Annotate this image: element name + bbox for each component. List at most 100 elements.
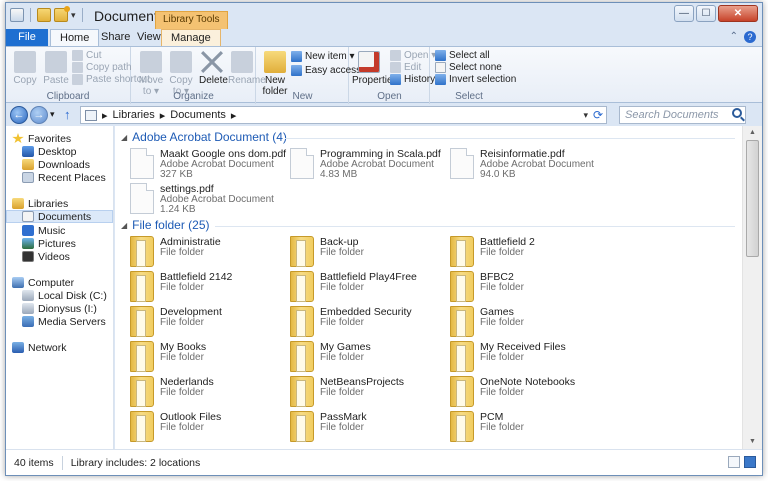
folder-icon [450, 411, 474, 442]
list-item[interactable]: My Received Files File folder [450, 341, 600, 375]
search-placeholder: Search Documents [625, 109, 719, 121]
breadcrumb-documents[interactable]: Documents [170, 109, 226, 121]
scrollbar-thumb[interactable] [746, 140, 759, 257]
list-item[interactable]: Games File folder [450, 306, 600, 340]
nav-network[interactable]: Network [6, 341, 113, 354]
up-arrow-icon[interactable]: ↑ [64, 107, 71, 122]
nav-media-servers[interactable]: Media Servers [6, 315, 113, 328]
delete-button[interactable]: Delete [199, 51, 228, 86]
nav-videos-label: Videos [38, 250, 70, 263]
group-header-pdf[interactable]: ◢ Adobe Acrobat Document (4) [121, 130, 287, 144]
tab-file[interactable]: File [6, 29, 48, 46]
nav-music[interactable]: Music [6, 224, 113, 237]
nav-videos[interactable]: Videos [6, 250, 113, 263]
paste-button[interactable]: Paste [42, 51, 70, 86]
nav-computer[interactable]: Computer [6, 276, 113, 289]
maximize-button[interactable]: ☐ [696, 5, 716, 22]
minimize-ribbon-icon[interactable]: ⌃ [730, 31, 738, 43]
qat-customize-icon[interactable]: ▾ [71, 10, 76, 21]
back-arrow-icon[interactable]: ← [10, 106, 28, 124]
collapse-triangle-icon[interactable]: ◢ [121, 221, 127, 230]
list-item[interactable]: My Books File folder [130, 341, 280, 375]
disk-icon [22, 290, 34, 301]
list-item[interactable]: Reisinformatie.pdf Adobe Acrobat Documen… [450, 148, 600, 182]
new-item-button[interactable]: New item ▾ [291, 51, 354, 62]
list-item[interactable]: NetBeansProjects File folder [290, 376, 440, 410]
address-input[interactable]: ▸ Libraries ▸ Documents ▸ ▾ ⟳ [80, 106, 607, 124]
close-button[interactable]: ✕ [718, 5, 758, 22]
folder-icon [130, 341, 154, 372]
new-item-icon [291, 51, 302, 62]
vertical-scrollbar[interactable]: ▲ ▼ [742, 126, 762, 449]
scroll-up-arrow-icon[interactable]: ▲ [743, 126, 762, 140]
list-item[interactable]: Maakt Google ons dom.pdf Adobe Acrobat D… [130, 148, 286, 182]
list-item[interactable]: settings.pdf Adobe Acrobat Document 1.24… [130, 183, 280, 217]
recent-locations-icon[interactable]: ▾ [50, 109, 55, 120]
open-button[interactable]: Open ▾ [390, 50, 436, 61]
search-input[interactable]: Search Documents [619, 106, 746, 124]
list-item[interactable]: Battlefield Play4Free File folder [290, 271, 440, 305]
recent-places-icon [22, 172, 34, 183]
help-icon[interactable]: ? [744, 31, 756, 43]
invert-selection-button[interactable]: Invert selection [435, 74, 516, 85]
list-item[interactable]: Back-up File folder [290, 236, 440, 270]
nav-local-disk[interactable]: Local Disk (C:) [6, 289, 113, 302]
rename-button[interactable]: Rename [228, 51, 266, 86]
new-group: New folder New item ▾ Easy access ▾ New [257, 47, 369, 104]
new-item-label: New item ▾ [305, 51, 355, 62]
nav-documents[interactable]: Documents [6, 210, 113, 223]
address-dropdown-icon[interactable]: ▾ [583, 110, 588, 121]
properties-icon[interactable] [37, 8, 51, 22]
list-item[interactable]: Administratie File folder [130, 236, 280, 270]
copy-button[interactable]: Copy [12, 51, 38, 86]
address-bar-row: ← → ▾ ↑ ▸ Libraries ▸ Documents ▸ ▾ ⟳ Se… [6, 104, 762, 126]
list-item[interactable]: BFBC2 File folder [450, 271, 600, 305]
properties-button[interactable]: Properties [352, 51, 398, 86]
select-all-button[interactable]: Select all [435, 50, 490, 61]
list-item[interactable]: PCM File folder [450, 411, 600, 445]
breadcrumb-separator: ▸ [230, 109, 237, 122]
list-item[interactable]: Battlefield 2 File folder [450, 236, 600, 270]
scroll-down-arrow-icon[interactable]: ▼ [743, 435, 762, 449]
cut-label: Cut [86, 50, 102, 61]
nav-desktop[interactable]: Desktop [6, 145, 113, 158]
nav-libraries[interactable]: Libraries [6, 197, 113, 210]
nav-downloads[interactable]: Downloads [6, 158, 113, 171]
nav-dionysus[interactable]: Dionysus (I:) [6, 302, 113, 315]
history-button[interactable]: History [390, 74, 435, 85]
list-item[interactable]: Embedded Security File folder [290, 306, 440, 340]
minimize-button[interactable]: — [674, 5, 694, 22]
new-folder-qat-icon[interactable] [54, 6, 70, 22]
folder-type: File folder [480, 422, 524, 433]
copy-path-button[interactable]: Copy path [72, 62, 132, 73]
list-item[interactable]: PassMark File folder [290, 411, 440, 445]
list-item[interactable]: My Games File folder [290, 341, 440, 375]
list-item[interactable]: Development File folder [130, 306, 280, 340]
collapse-triangle-icon[interactable]: ◢ [121, 133, 127, 142]
nav-favorites[interactable]: Favorites [6, 132, 113, 145]
list-item[interactable]: Nederlands File folder [130, 376, 280, 410]
cut-button[interactable]: Cut [72, 50, 102, 61]
list-item[interactable]: OneNote Notebooks File folder [450, 376, 600, 410]
folder-type: File folder [320, 282, 364, 293]
app-menu-icon[interactable] [10, 8, 24, 22]
tab-manage[interactable]: Manage [161, 29, 221, 46]
select-none-button[interactable]: Select none [435, 62, 502, 73]
nav-recent-places[interactable]: Recent Places [6, 171, 113, 184]
refresh-icon[interactable]: ⟳ [593, 108, 603, 122]
folder-icon [130, 236, 154, 267]
folder-icon [290, 341, 314, 372]
documents-icon [22, 211, 34, 222]
edit-button[interactable]: Edit [390, 62, 421, 73]
tiles-view-icon[interactable] [744, 456, 756, 468]
group-header-folders[interactable]: ◢ File folder (25) [121, 218, 210, 232]
forward-arrow-icon[interactable]: → [30, 106, 48, 124]
search-icon[interactable] [732, 108, 742, 118]
list-item[interactable]: Programming in Scala.pdf Adobe Acrobat D… [290, 148, 441, 182]
list-item[interactable]: Outlook Files File folder [130, 411, 280, 445]
list-item[interactable]: Battlefield 2142 File folder [130, 271, 280, 305]
folder-type: File folder [320, 352, 364, 363]
details-view-icon[interactable] [728, 456, 740, 468]
breadcrumb-libraries[interactable]: Libraries [113, 109, 155, 121]
nav-pictures[interactable]: Pictures [6, 237, 113, 250]
